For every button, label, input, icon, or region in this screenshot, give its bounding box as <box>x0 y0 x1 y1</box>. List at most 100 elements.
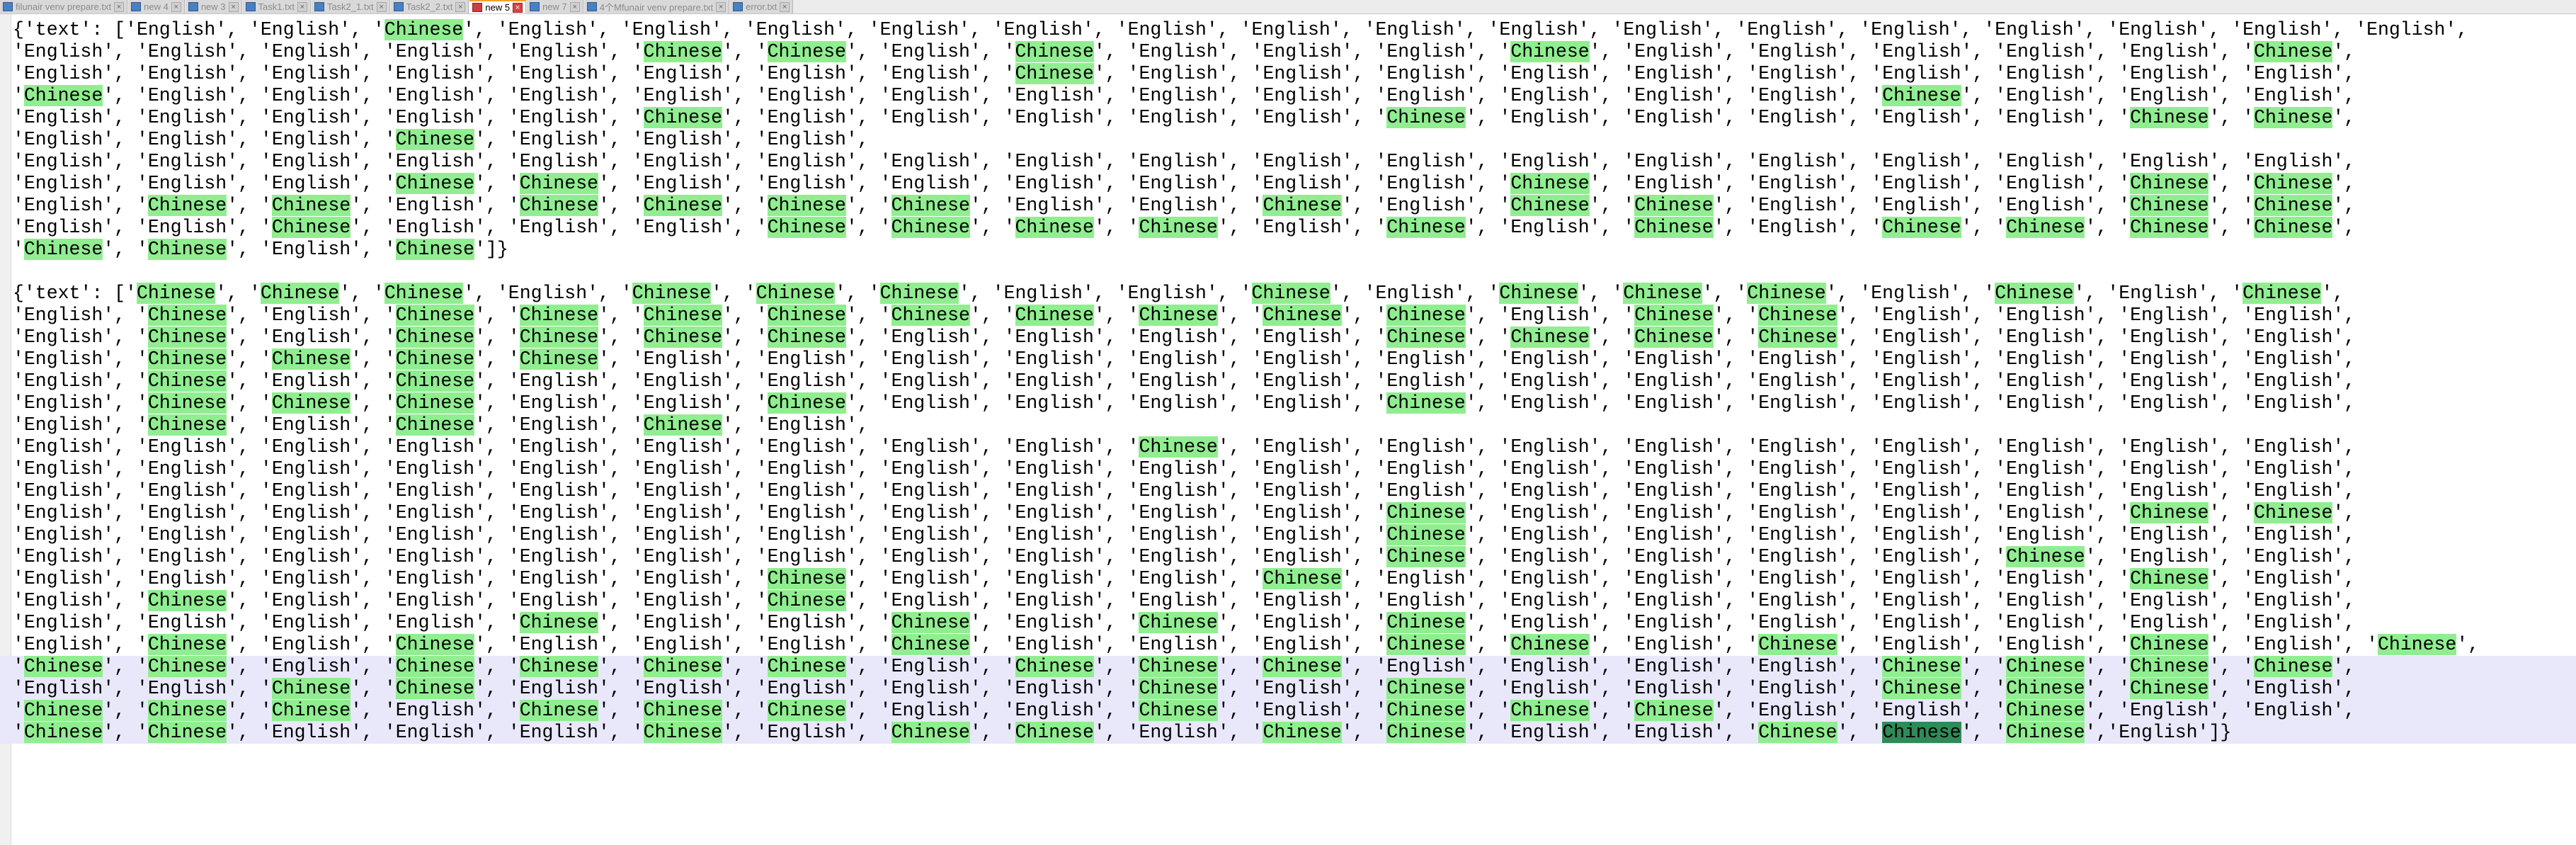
close-icon[interactable]: × <box>780 1 790 12</box>
search-match: Chinese <box>519 173 599 194</box>
search-match: Chinese <box>260 283 340 304</box>
search-match: Chinese <box>1510 327 1590 348</box>
close-icon[interactable]: × <box>297 1 307 12</box>
text-line[interactable]: 'English', 'English', 'English', 'Englis… <box>13 480 2562 502</box>
text-line[interactable]: 'English', 'Chinese', 'English', 'Chines… <box>13 327 2562 348</box>
text-line[interactable]: 'English', 'English', 'English', 'Englis… <box>13 151 2562 173</box>
tab-label: new 7 <box>542 1 567 12</box>
search-match: Chinese <box>147 392 227 414</box>
text-line[interactable]: 'Chinese', 'Chinese', 'Chinese', 'Englis… <box>0 700 2576 722</box>
tab-8[interactable]: 4个Mfunair venv prepare.txt × <box>583 0 730 13</box>
search-match: Chinese <box>1015 217 1094 238</box>
text-line[interactable]: 'English', 'English', 'English', 'Englis… <box>13 546 2562 568</box>
tab-label: filunair venv prepare.txt <box>16 1 112 12</box>
text-line[interactable]: 'English', 'English', 'Chinese', 'Chines… <box>0 678 2576 700</box>
text-line[interactable]: 'English', 'English', 'English', 'Englis… <box>13 568 2562 590</box>
search-match: Chinese <box>1386 217 1466 238</box>
text-line[interactable]: 'English', 'English', 'English', 'Englis… <box>13 612 2562 634</box>
search-match: Chinese <box>1263 722 1342 743</box>
close-icon[interactable]: × <box>114 1 125 12</box>
search-match: Chinese <box>1758 722 1837 743</box>
text-line[interactable]: 'English', 'English', 'English', 'Englis… <box>13 41 2562 63</box>
search-match: Chinese <box>271 217 351 238</box>
tab-1[interactable]: new 4 × <box>128 0 185 13</box>
close-icon[interactable]: × <box>228 1 239 12</box>
search-match: Chinese <box>147 590 227 611</box>
tab-label: new 4 <box>144 1 169 12</box>
text-line[interactable]: 'English', 'English', 'English', 'Englis… <box>13 524 2562 546</box>
tab-3[interactable]: Task1.txt × <box>242 0 311 13</box>
last-word: English <box>2119 722 2198 743</box>
search-match: Chinese <box>2254 173 2333 194</box>
search-match: Chinese <box>136 283 216 304</box>
tab-0[interactable]: filunair venv prepare.txt × <box>0 0 128 13</box>
text-line[interactable]: {'text': ['English', 'English', 'Chinese… <box>13 19 2562 41</box>
close-icon[interactable]: × <box>455 1 466 12</box>
text-line[interactable]: 'English', 'English', 'Chinese', 'Englis… <box>13 217 2562 239</box>
close-icon[interactable]: × <box>513 2 523 13</box>
search-match: Chinese <box>756 283 836 304</box>
tab-label: error.txt <box>746 1 777 12</box>
search-match: Chinese <box>23 85 103 106</box>
text-line[interactable]: 'English', 'English', 'English', 'Englis… <box>13 502 2562 524</box>
text-line[interactable]: 'English', 'Chinese', 'Chinese', 'Chines… <box>13 392 2562 414</box>
text-line[interactable]: 'English', 'English', 'English', 'Chines… <box>13 173 2562 195</box>
search-match: Chinese <box>1015 656 1094 677</box>
text-line[interactable]: 'Chinese', 'English', 'English', 'Englis… <box>13 85 2562 107</box>
search-match: Chinese <box>767 700 846 721</box>
text-line[interactable]: 'English', 'Chinese', 'English', 'Chines… <box>13 370 2562 392</box>
search-match: Chinese <box>384 19 464 40</box>
search-match: Chinese <box>1995 283 2074 304</box>
text-line[interactable]: 'English', 'Chinese', 'English', 'Chines… <box>13 305 2562 327</box>
tab-label: new 3 <box>200 1 226 12</box>
text-line[interactable]: 'Chinese', 'Chinese', 'English', 'Chines… <box>0 656 2576 678</box>
file-icon <box>733 2 743 11</box>
close-icon[interactable]: × <box>171 1 181 12</box>
search-match: Chinese <box>2254 195 2333 216</box>
tab-4[interactable]: Task2_1.txt × <box>311 0 390 13</box>
tab-label: Task2_2.txt <box>406 1 453 12</box>
text-line[interactable]: 'English', 'Chinese', 'Chinese', 'Englis… <box>13 195 2562 217</box>
text-line[interactable] <box>13 261 2562 283</box>
tab-2[interactable]: new 3 × <box>185 0 242 13</box>
text-editor[interactable]: {'text': ['English', 'English', 'Chinese… <box>0 19 2576 744</box>
tab-5[interactable]: Task2_2.txt × <box>390 0 469 13</box>
text-line[interactable]: 'English', 'English', 'English', 'Englis… <box>13 63 2562 85</box>
search-match: Chinese <box>643 700 722 721</box>
close-icon[interactable]: × <box>569 1 580 12</box>
search-match: Chinese <box>519 195 599 216</box>
text-line[interactable]: 'English', 'English', 'English', 'Englis… <box>13 107 2562 129</box>
search-match: Chinese <box>147 195 227 216</box>
search-match: Chinese <box>643 195 722 216</box>
search-match: Chinese <box>2130 217 2209 238</box>
text-line[interactable]: 'English', 'Chinese', 'English', 'Englis… <box>13 590 2562 612</box>
text-line[interactable]: 'English', 'English', 'English', 'Chines… <box>13 129 2562 151</box>
text-line[interactable]: 'Chinese', 'Chinese', 'English', 'Chines… <box>13 239 2562 261</box>
text-line[interactable]: 'Chinese', 'Chinese', 'English', 'Englis… <box>0 722 2576 744</box>
search-match: Chinese <box>2006 546 2085 567</box>
search-match: Chinese <box>891 305 970 326</box>
file-icon <box>393 2 404 11</box>
tab-9[interactable]: error.txt × <box>730 0 794 13</box>
search-match: Chinese <box>767 327 846 348</box>
tab-6[interactable]: new 5 × <box>469 0 527 13</box>
text-line[interactable]: 'English', 'English', 'English', 'Englis… <box>13 458 2562 480</box>
tab-7[interactable]: new 7 × <box>527 0 583 13</box>
text-line[interactable]: 'English', 'Chinese', 'English', 'Chines… <box>13 414 2562 436</box>
search-match: Chinese <box>23 656 103 677</box>
search-match: Chinese <box>1758 634 1837 655</box>
text-line[interactable]: 'English', 'Chinese', 'English', 'Chines… <box>13 634 2562 656</box>
search-match: Chinese <box>891 634 970 655</box>
search-match: Chinese <box>147 348 227 370</box>
search-match: Chinese <box>643 722 722 743</box>
close-icon[interactable]: × <box>376 1 387 12</box>
dict-suffix: ]} <box>486 239 508 260</box>
text-line[interactable]: 'English', 'Chinese', 'Chinese', 'Chines… <box>13 348 2562 370</box>
search-match: Chinese <box>1510 700 1590 721</box>
search-match: Chinese <box>395 239 475 260</box>
close-icon[interactable]: × <box>716 1 726 12</box>
text-line[interactable]: {'text': ['Chinese', 'Chinese', 'Chinese… <box>13 283 2562 305</box>
search-match: Chinese <box>147 305 227 326</box>
text-line[interactable]: 'English', 'English', 'English', 'Englis… <box>13 436 2562 458</box>
search-match: Chinese <box>1386 546 1466 567</box>
